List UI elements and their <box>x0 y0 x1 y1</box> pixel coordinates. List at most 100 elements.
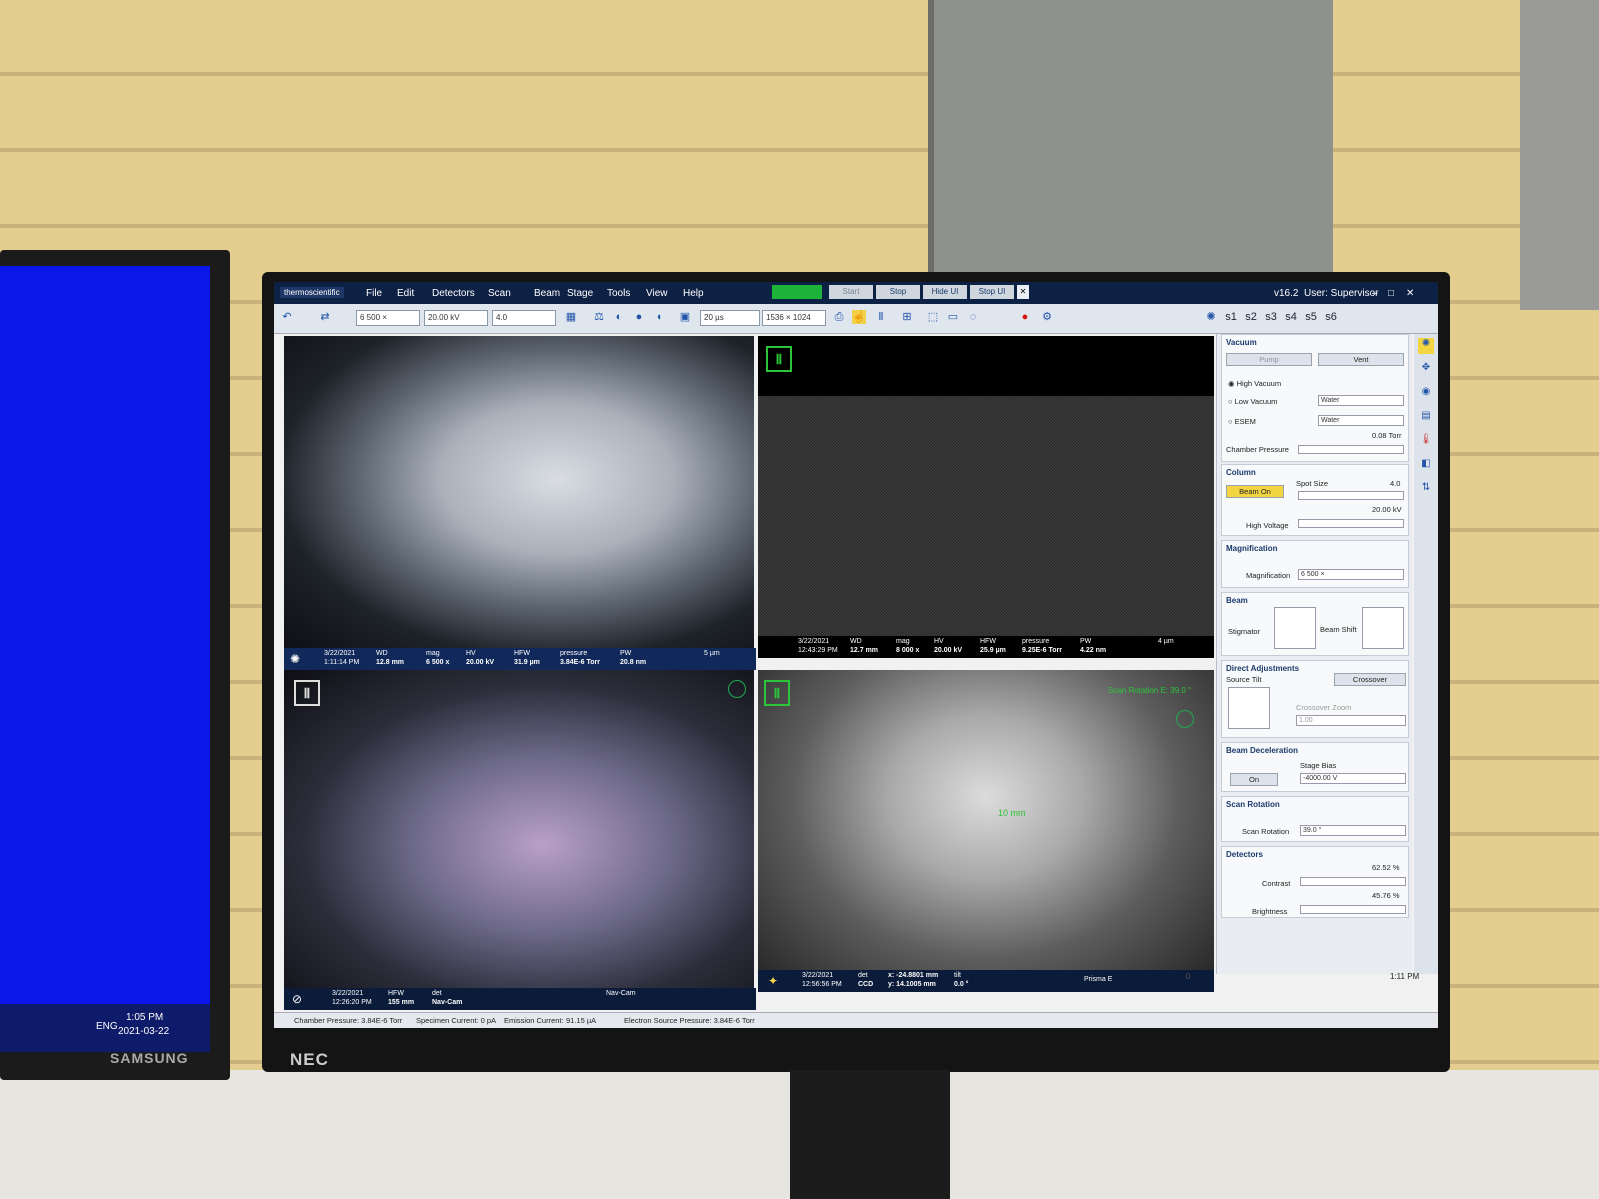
start-button[interactable]: Start <box>829 285 873 299</box>
grid-icon[interactable]: ▦ <box>564 310 578 324</box>
quad2-wd-label: WD <box>850 638 862 645</box>
low-vacuum-gas-select[interactable]: Water <box>1318 395 1404 406</box>
high-vacuum-label: High Vacuum <box>1236 379 1282 388</box>
close-ui-icon[interactable]: ✕ <box>1017 285 1029 299</box>
slot-s4[interactable]: s4 <box>1284 310 1298 324</box>
stop-button[interactable]: Stop <box>876 285 920 299</box>
maximize-icon[interactable]: □ <box>1388 288 1394 299</box>
close-icon[interactable]: ✕ <box>1406 288 1414 299</box>
high-voltage-slider[interactable] <box>1298 519 1404 528</box>
atom-icon[interactable]: ✺ <box>1204 310 1218 324</box>
menu-edit[interactable]: Edit <box>397 288 414 299</box>
crossover-zoom-input[interactable]: 1.00 <box>1296 715 1406 726</box>
focus-icon[interactable]: ◖ <box>652 310 666 324</box>
slot-s5[interactable]: s5 <box>1304 310 1318 324</box>
camera-icon[interactable]: ⎙ <box>832 310 846 324</box>
chamber-pressure-slider[interactable] <box>1298 445 1404 454</box>
grid-layout-icon[interactable]: ⊞ <box>900 310 914 324</box>
deceleration-on-button[interactable]: On <box>1230 773 1278 786</box>
lasso-tool-icon[interactable]: ◌ <box>966 310 980 324</box>
resolution-select[interactable]: 1536 × 1024 <box>762 310 826 326</box>
menu-detectors[interactable]: Detectors <box>432 288 475 299</box>
beam-deceleration-title: Beam Deceleration <box>1226 746 1299 755</box>
menu-tools[interactable]: Tools <box>607 288 630 299</box>
language-indicator[interactable]: ENG <box>96 1021 118 1032</box>
menu-view[interactable]: View <box>646 288 668 299</box>
quad2-pause-button[interactable]: Ⅱ <box>766 346 792 372</box>
menu-file[interactable]: File <box>366 288 382 299</box>
transfer-icon[interactable]: ⇄ <box>318 310 332 324</box>
dwell-time-select[interactable]: 20 µs <box>700 310 760 326</box>
stage-bias-input[interactable]: -4000.00 V <box>1300 773 1406 784</box>
beam-shift-pad[interactable] <box>1362 607 1404 649</box>
atom-tab-icon[interactable]: ✺ <box>1418 338 1434 354</box>
quad4-target-icon[interactable] <box>1176 710 1194 728</box>
esem-radio[interactable]: ○ ESEM <box>1228 417 1256 426</box>
stage-tab-icon[interactable]: ✥ <box>1418 362 1434 378</box>
magnification-section: Magnification Magnification 6 500 × <box>1221 540 1409 588</box>
source-tilt-pad[interactable] <box>1228 687 1270 729</box>
cube-tab-icon[interactable]: ◧ <box>1418 458 1434 474</box>
undo-icon[interactable]: ↶ <box>280 310 294 324</box>
quad2-pressure-label: pressure <box>1022 638 1050 645</box>
contrast-slider[interactable] <box>1300 877 1406 886</box>
quad4-pause-button[interactable]: Ⅱ <box>764 680 790 706</box>
quad1-sem-image[interactable] <box>284 336 754 654</box>
record-icon[interactable]: ● <box>1018 310 1032 324</box>
spot-size-slider[interactable] <box>1298 491 1404 500</box>
eye-tab-icon[interactable]: ◉ <box>1418 386 1434 402</box>
esem-gas-select[interactable]: Water <box>1318 415 1404 426</box>
atom-icon[interactable]: ✺ <box>290 652 300 666</box>
left-monitor-screen: ENG 1:05 PM 2021-03-22 <box>0 266 210 1052</box>
quad4-ccd-image[interactable]: Ⅱ Scan Rotation E: 39.0 ° 10 mm <box>758 670 1214 988</box>
contrast-icon[interactable]: ◐ <box>612 310 626 324</box>
slot-s2[interactable]: s2 <box>1244 310 1258 324</box>
low-vacuum-radio[interactable]: ○ Low Vacuum <box>1228 397 1277 406</box>
source-tilt-label: Source Tilt <box>1226 675 1262 684</box>
pause-icon[interactable]: Ⅱ <box>874 310 888 324</box>
high-vacuum-radio[interactable]: ◉ High Vacuum <box>1228 379 1281 388</box>
pointer-icon[interactable]: ☝ <box>852 310 866 324</box>
beam-deceleration-section: Beam Deceleration On Stage Bias -4000.00… <box>1221 742 1409 792</box>
layers-tab-icon[interactable]: ▤ <box>1418 410 1434 426</box>
menu-beam[interactable]: Beam <box>534 288 560 299</box>
detector-icon[interactable]: ⚖ <box>592 310 606 324</box>
slot-s1[interactable]: s1 <box>1224 310 1238 324</box>
slot-s6[interactable]: s6 <box>1324 310 1338 324</box>
rect-tool-icon[interactable]: ▭ <box>946 310 960 324</box>
brightness-slider[interactable] <box>1300 905 1406 914</box>
quad3-target-icon[interactable] <box>728 680 746 698</box>
select-tool-icon[interactable]: ⬚ <box>926 310 940 324</box>
pump-button[interactable]: Pump <box>1226 353 1312 366</box>
brightness-icon[interactable]: ● <box>632 310 646 324</box>
scan-rotation-input[interactable]: 39.0 ° <box>1300 825 1406 836</box>
minimize-icon[interactable]: – <box>1372 288 1378 299</box>
stop-ui-button[interactable]: Stop UI <box>970 285 1014 299</box>
sliders-tab-icon[interactable]: ⇅ <box>1418 482 1434 498</box>
menu-scan[interactable]: Scan <box>488 288 511 299</box>
quad3-navcam-image[interactable]: Ⅱ <box>284 670 754 988</box>
lightbulb-icon[interactable]: ✦ <box>768 974 778 988</box>
menu-stage[interactable]: Stage <box>567 288 593 299</box>
hide-ui-button[interactable]: Hide UI <box>923 285 967 299</box>
compass-icon[interactable]: ⊘ <box>292 992 302 1006</box>
image-icon[interactable]: ▣ <box>678 310 692 324</box>
magnification-input[interactable]: 6 500 × <box>1298 569 1404 580</box>
beam-on-button[interactable]: Beam On <box>1226 485 1284 498</box>
menu-help[interactable]: Help <box>683 288 704 299</box>
spot-select[interactable]: 4.0 <box>492 310 556 326</box>
thermoscientific-logo[interactable]: thermoscientific <box>280 287 344 298</box>
magnification-select[interactable]: 6 500 × <box>356 310 420 326</box>
settings-icon[interactable]: ⚙ <box>1040 310 1054 324</box>
crossover-button[interactable]: Crossover <box>1334 673 1406 686</box>
quad3-pause-button[interactable]: Ⅱ <box>294 680 320 706</box>
slot-s3[interactable]: s3 <box>1264 310 1278 324</box>
vent-button[interactable]: Vent <box>1318 353 1404 366</box>
quad1-scalebar: 5 µm <box>704 650 720 657</box>
control-panel: Vacuum Pump Vent ◉ High Vacuum ○ Low Vac… <box>1216 334 1412 974</box>
thermometer-tab-icon[interactable]: 🌡 <box>1418 434 1434 450</box>
low-vacuum-label: Low Vacuum <box>1234 397 1278 406</box>
quad2-sem-image[interactable]: Ⅱ <box>758 336 1214 654</box>
voltage-select[interactable]: 20.00 kV <box>424 310 488 326</box>
stigmator-pad[interactable] <box>1274 607 1316 649</box>
